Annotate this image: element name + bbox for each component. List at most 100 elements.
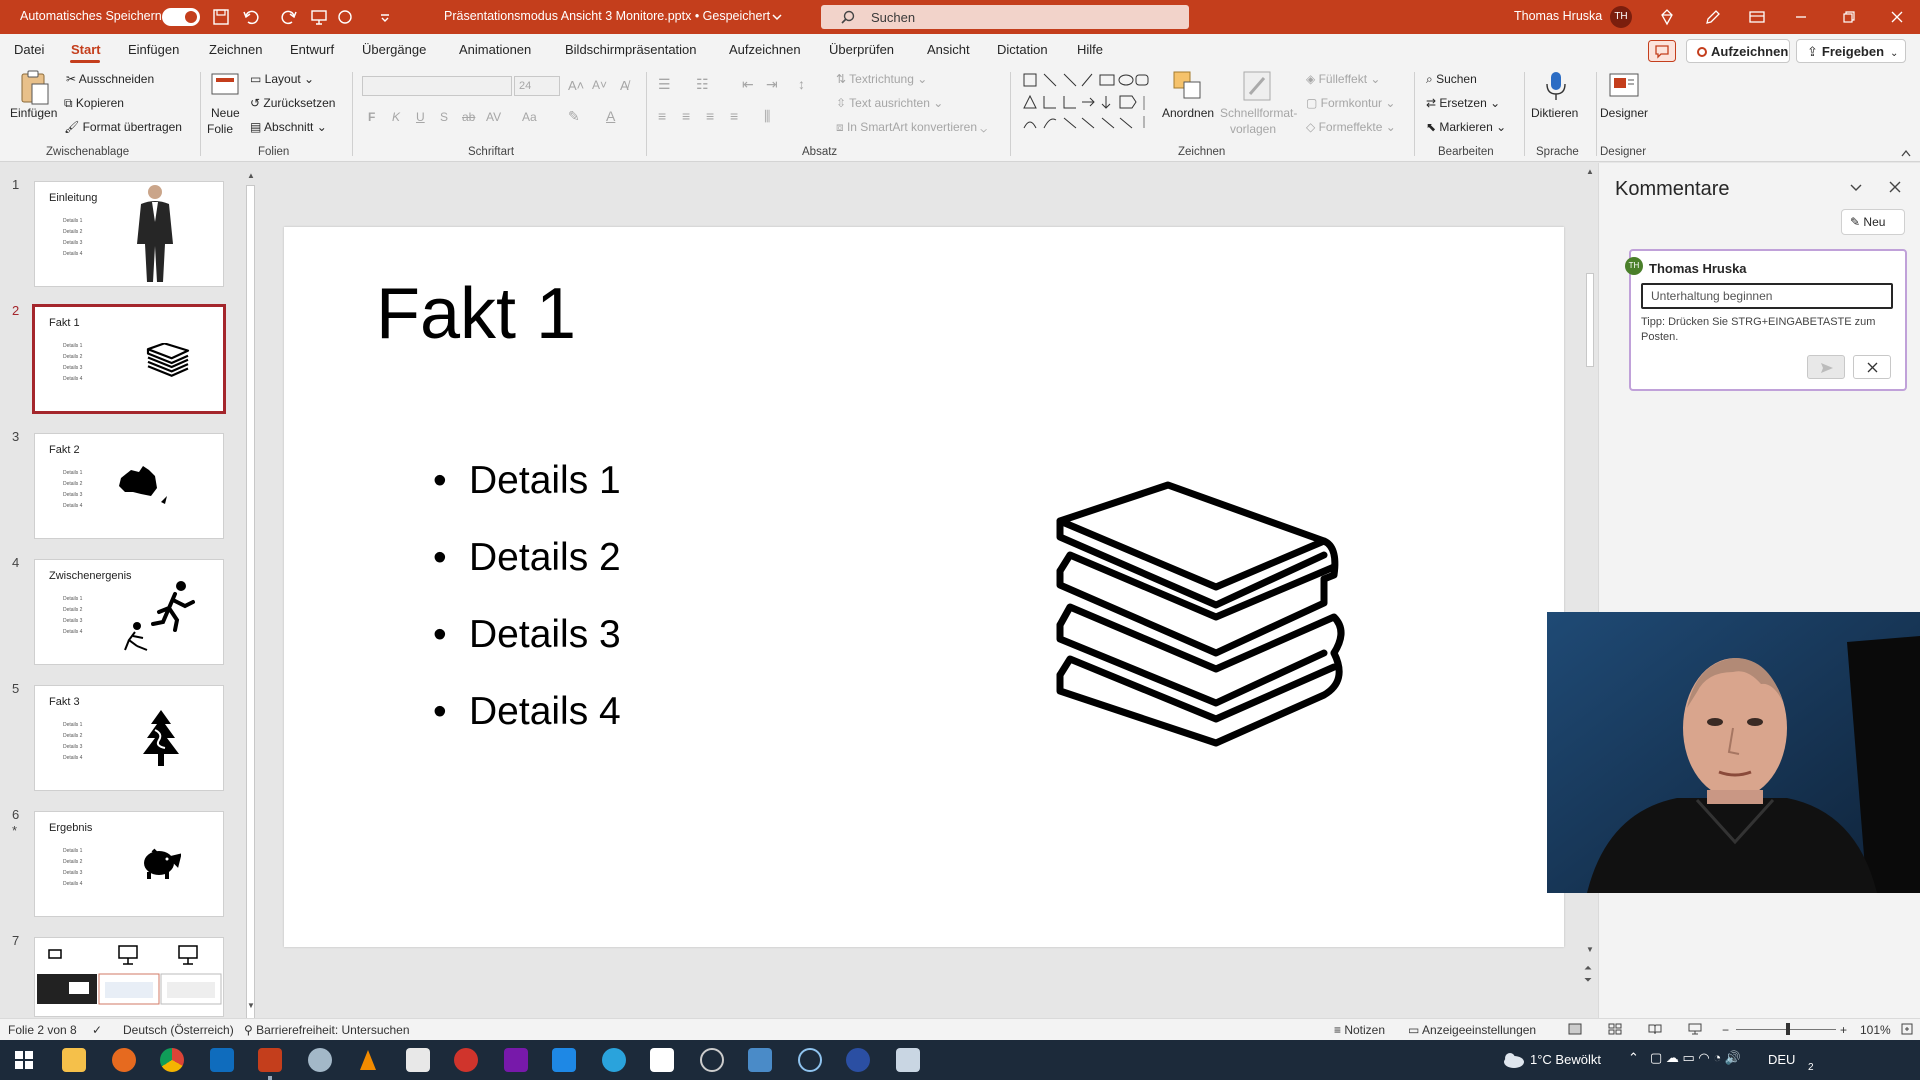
close-icon[interactable] [1888, 8, 1906, 26]
tab-ansicht[interactable]: Ansicht [927, 42, 970, 57]
chevron-down-icon[interactable] [1849, 183, 1863, 193]
diamond-icon[interactable] [1658, 8, 1676, 26]
dictate-label[interactable]: Diktieren [1531, 106, 1578, 120]
copy-button[interactable]: ⧉ Kopieren [64, 96, 124, 111]
find-button[interactable]: ⌕ Suchen [1426, 72, 1477, 87]
app-icon[interactable] [846, 1048, 870, 1072]
align-right-icon[interactable]: ≡ [706, 108, 714, 124]
firefox-icon[interactable] [112, 1048, 136, 1072]
bold-button[interactable]: F [368, 110, 375, 124]
record-button[interactable]: Aufzeichnen [1686, 39, 1790, 63]
select-button[interactable]: ⬉ Markieren ⌄ [1426, 120, 1506, 134]
tab-zeichnen[interactable]: Zeichnen [209, 42, 262, 57]
powerpoint-icon[interactable] [258, 1048, 282, 1072]
comments-icon[interactable] [1648, 40, 1676, 62]
close-icon[interactable] [1889, 181, 1901, 193]
strikethrough-button[interactable]: ab [462, 110, 475, 124]
zoom-out-button[interactable]: − [1722, 1023, 1729, 1037]
numbering-icon[interactable]: ☷ [696, 76, 709, 93]
chevron-up-icon[interactable]: ⌃ [1628, 1050, 1639, 1066]
tab-aufzeichnen[interactable]: Aufzeichnen [729, 42, 801, 57]
present-icon[interactable] [310, 8, 328, 26]
columns-icon[interactable]: ⫼ [764, 108, 770, 125]
language-status[interactable]: Deutsch (Österreich) [123, 1023, 234, 1037]
keyboard-language[interactable]: DEU [1768, 1052, 1795, 1067]
file-explorer-icon[interactable] [62, 1048, 86, 1072]
document-title[interactable]: Präsentationsmodus Ansicht 3 Monitore.pp… [444, 9, 770, 23]
align-left-icon[interactable]: ≡ [658, 108, 666, 124]
format-painter-button[interactable]: 🖌 Format übertragen [64, 120, 182, 134]
chrome-icon[interactable] [160, 1048, 184, 1072]
tab-animationen[interactable]: Animationen [459, 42, 531, 57]
zoom-in-button[interactable]: + [1840, 1023, 1847, 1037]
reset-button[interactable]: ↺ Zurücksetzen [250, 96, 335, 110]
new-slide-icon[interactable] [210, 70, 240, 102]
undo-icon[interactable] [242, 8, 260, 26]
slide-scroll-thumb[interactable] [1586, 273, 1594, 367]
cut-button[interactable]: ✂ Ausschneiden [66, 72, 154, 86]
lips-app-icon[interactable] [454, 1048, 478, 1072]
slideshow-icon[interactable] [1688, 1023, 1702, 1035]
slide-thumbnail-6[interactable]: Ergebnis Details 1 Details 2 Details 3 Deta… [34, 811, 224, 917]
slide-bullet[interactable]: Details 1 [433, 459, 621, 503]
display-settings-button[interactable]: ▭ Anzeigeeinstellungen [1408, 1023, 1536, 1037]
save-icon[interactable] [212, 8, 230, 26]
tab-entwurf[interactable]: Entwurf [290, 42, 334, 57]
tab-uebergaenge[interactable]: Übergänge [362, 42, 426, 57]
obs-icon[interactable] [700, 1048, 724, 1072]
pen-icon[interactable] [1704, 8, 1722, 26]
books-icon[interactable] [1052, 481, 1352, 747]
shadow-button[interactable]: S [440, 110, 448, 124]
underline-button[interactable]: U [416, 110, 425, 124]
thumbnail-scrollbar[interactable]: ▲ ▼ [244, 163, 258, 1019]
grow-font-icon[interactable]: A˄ [568, 78, 584, 93]
new-slide-label-1[interactable]: Neue [211, 106, 240, 120]
new-slide-label-2[interactable]: Folie [207, 122, 233, 136]
slide-thumbnail-7[interactable] [34, 937, 224, 1017]
align-text-button[interactable]: ⇳ Text ausrichten ⌄ [836, 96, 943, 110]
italic-button[interactable]: K [392, 110, 400, 124]
font-color-icon[interactable]: A [606, 108, 615, 124]
slide-thumbnail-4[interactable]: Zwischenergenis Details 1 Details 2 Detail… [34, 559, 224, 665]
app-icon[interactable] [748, 1048, 772, 1072]
cancel-comment-button[interactable] [1853, 355, 1891, 379]
comment-card[interactable]: TH Thomas Hruska Unterhaltung beginnen T… [1625, 249, 1907, 391]
slide-sorter-icon[interactable] [1608, 1023, 1622, 1035]
designer-label[interactable]: Designer [1600, 106, 1648, 120]
tab-start[interactable]: Start [71, 42, 101, 57]
bullets-icon[interactable]: ☰ [658, 76, 671, 93]
accessibility-button[interactable]: ⚲ Barrierefreiheit: Untersuchen [244, 1023, 410, 1037]
share-button[interactable]: ⇪ Freigeben ⌄ [1796, 39, 1906, 63]
redo-icon[interactable] [280, 8, 298, 26]
tab-ueberpruefen[interactable]: Überprüfen [829, 42, 894, 57]
scroll-down-icon[interactable]: ▼ [1586, 945, 1594, 954]
comment-input[interactable]: Unterhaltung beginnen [1641, 283, 1893, 309]
slide-thumbnail-2[interactable]: Fakt 1 Details 1 Details 2 Details 3 Detail… [32, 304, 226, 414]
slide-bullet[interactable]: Details 2 [433, 536, 621, 580]
search-box[interactable]: Suchen [821, 5, 1189, 29]
thumbnail-scroll-thumb[interactable] [246, 185, 255, 1019]
slide-thumbnail-3[interactable]: Fakt 2 Details 1 Details 2 Details 3 Detail… [34, 433, 224, 539]
highlight-icon[interactable]: ✎ [568, 108, 580, 125]
autosave-toggle[interactable] [162, 8, 200, 26]
user-name[interactable]: Thomas Hruska [1514, 9, 1602, 23]
collapse-ribbon-icon[interactable] [1900, 148, 1912, 158]
paste-label[interactable]: Einfügen [10, 106, 57, 120]
user-avatar[interactable]: TH [1610, 6, 1632, 28]
minimize-icon[interactable] [1792, 8, 1810, 26]
notification-count[interactable]: 2 [1808, 1062, 1814, 1073]
shape-fill-button[interactable]: ◈ Fülleffekt ⌄ [1306, 72, 1380, 86]
slide-bullet[interactable]: Details 4 [433, 690, 621, 734]
slide-thumbnail-5[interactable]: Fakt 3 Details 1 Details 2 Details 3 Detail… [34, 685, 224, 791]
quick-styles-label-1[interactable]: Schnellformat- [1220, 106, 1297, 120]
weather-text[interactable]: 1°C Bewölkt [1530, 1052, 1601, 1067]
telegram-icon[interactable] [602, 1048, 626, 1072]
slide-bullet[interactable]: Details 3 [433, 613, 621, 657]
vlc-icon[interactable] [356, 1048, 380, 1072]
document-app-icon[interactable] [406, 1048, 430, 1072]
restore-icon[interactable] [1840, 8, 1858, 26]
layout-button[interactable]: ▭ Layout ⌄ [250, 72, 314, 86]
customize-qat-icon[interactable] [376, 8, 394, 26]
zoom-level[interactable]: 101% [1860, 1023, 1891, 1037]
scroll-up-icon[interactable]: ▲ [247, 171, 255, 180]
